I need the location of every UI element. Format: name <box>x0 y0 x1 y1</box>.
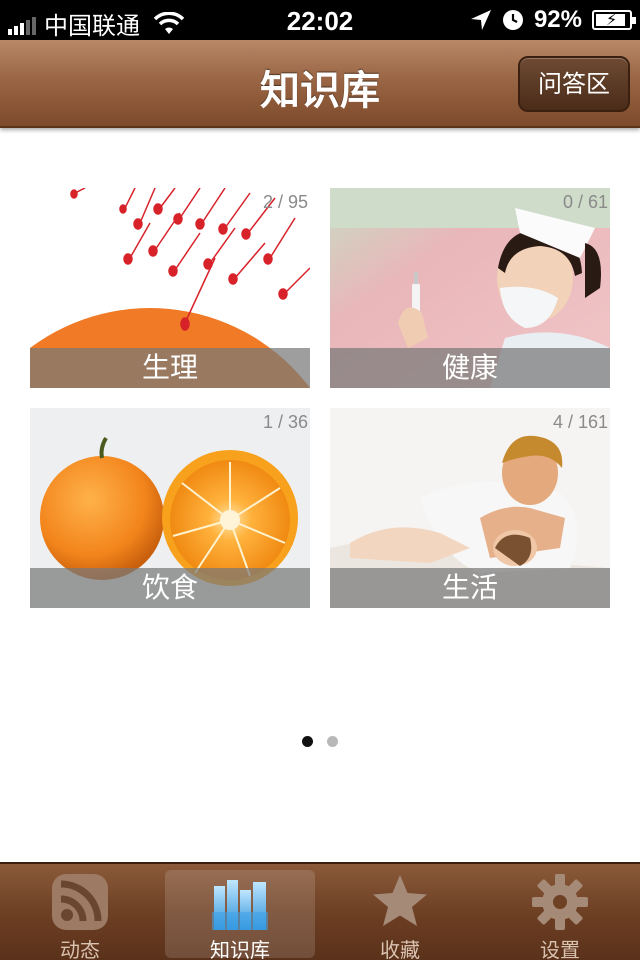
tab-settings[interactable]: 设置 <box>485 870 635 960</box>
tile-progress-count: 0 / 61 <box>562 192 608 212</box>
tile-progress-count: 1 / 36 <box>262 412 308 432</box>
category-tile-physiology[interactable]: 2 / 95 生理 <box>30 188 310 388</box>
gear-icon <box>532 874 588 930</box>
category-tile-diet[interactable]: 1 / 36 饮食 <box>30 408 310 608</box>
category-tile-health[interactable]: 0 / 61 健康 <box>330 188 610 388</box>
battery-percent: 92% <box>533 6 582 33</box>
tab-label: 动态 <box>60 938 100 960</box>
navigation-bar: 知识库 问答区 <box>0 40 640 128</box>
tile-label: 生理 <box>30 348 310 388</box>
tab-knowledge-base[interactable]: 知识库 <box>165 870 315 960</box>
alarm-clock-icon <box>502 10 523 30</box>
rss-feed-icon <box>52 874 108 930</box>
tab-label: 知识库 <box>210 938 270 960</box>
charging-bolt-icon: ⚡ <box>606 12 618 29</box>
page-indicator[interactable] <box>0 736 640 747</box>
tile-label: 饮食 <box>30 568 310 608</box>
tab-label: 设置 <box>540 938 580 960</box>
tab-favorites[interactable]: 收藏 <box>325 870 475 960</box>
tab-bar: 动态 知识库 收藏 设置 <box>0 862 640 960</box>
tile-progress-count: 4 / 161 <box>552 412 608 432</box>
tab-activity[interactable]: 动态 <box>5 870 155 960</box>
location-arrow-icon <box>470 10 491 30</box>
status-bar: 中国联通 22:02 92% ⚡ <box>0 0 640 40</box>
star-icon <box>373 875 427 926</box>
battery-charging-icon: ⚡ <box>592 10 636 30</box>
tile-label: 健康 <box>330 348 610 388</box>
qa-section-button[interactable]: 问答区 <box>518 56 630 112</box>
page-dot-2[interactable] <box>327 736 338 747</box>
tile-label: 生活 <box>330 568 610 608</box>
page-dot-1[interactable] <box>302 736 313 747</box>
category-tile-life[interactable]: 4 / 161 生活 <box>330 408 610 608</box>
tab-label: 收藏 <box>380 938 420 960</box>
tile-progress-count: 2 / 95 <box>262 192 308 212</box>
books-icon <box>212 880 268 930</box>
status-right: 92% ⚡ <box>470 6 636 34</box>
